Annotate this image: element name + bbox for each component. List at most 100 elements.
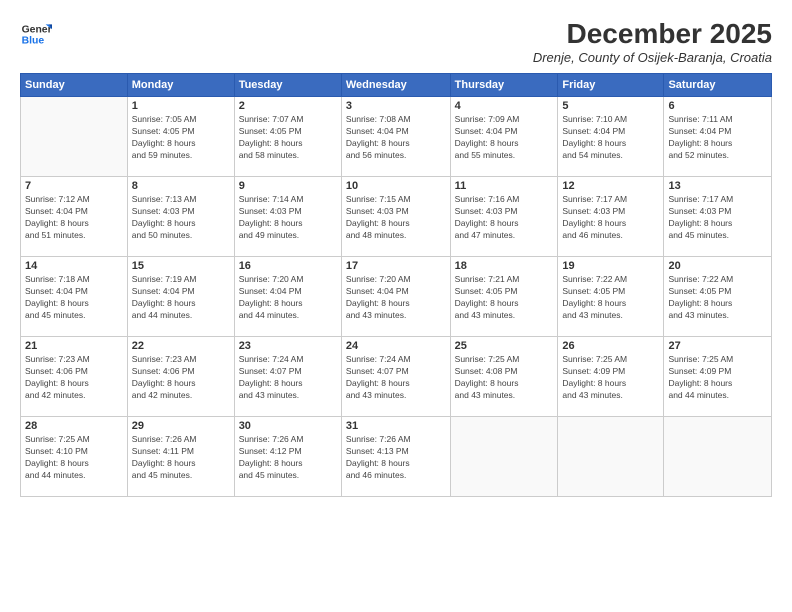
day-info: Sunrise: 7:11 AMSunset: 4:04 PMDaylight:… xyxy=(668,114,767,162)
calendar: Sunday Monday Tuesday Wednesday Thursday… xyxy=(20,73,772,497)
day-info-line: and 43 minutes. xyxy=(455,390,554,402)
table-row: 21Sunrise: 7:23 AMSunset: 4:06 PMDayligh… xyxy=(21,337,128,417)
day-info-line: Sunrise: 7:21 AM xyxy=(455,274,554,286)
day-info-line: and 43 minutes. xyxy=(346,310,446,322)
col-sunday: Sunday xyxy=(21,74,128,97)
day-info-line: Sunrise: 7:14 AM xyxy=(239,194,337,206)
table-row: 22Sunrise: 7:23 AMSunset: 4:06 PMDayligh… xyxy=(127,337,234,417)
day-info-line: Sunset: 4:03 PM xyxy=(346,206,446,218)
day-info-line: Sunrise: 7:24 AM xyxy=(346,354,446,366)
day-number: 12 xyxy=(562,180,659,192)
day-info-line: and 44 minutes. xyxy=(239,310,337,322)
day-info-line: Daylight: 8 hours xyxy=(668,298,767,310)
day-info-line: and 44 minutes. xyxy=(668,390,767,402)
day-number: 9 xyxy=(239,180,337,192)
day-info-line: Sunset: 4:04 PM xyxy=(562,126,659,138)
day-info-line: Sunrise: 7:18 AM xyxy=(25,274,123,286)
day-info-line: Daylight: 8 hours xyxy=(239,138,337,150)
calendar-week-row: 1Sunrise: 7:05 AMSunset: 4:05 PMDaylight… xyxy=(21,97,772,177)
day-number: 18 xyxy=(455,260,554,272)
col-wednesday: Wednesday xyxy=(341,74,450,97)
day-info: Sunrise: 7:09 AMSunset: 4:04 PMDaylight:… xyxy=(455,114,554,162)
day-info-line: and 46 minutes. xyxy=(562,230,659,242)
calendar-week-row: 28 Sunrise: 7:25 AMSunset: 4:10 PMDayligh… xyxy=(21,417,772,497)
day-info-line: Sunrise: 7:20 AM xyxy=(346,274,446,286)
day-number: 20 xyxy=(668,260,767,272)
day-info-line: Sunrise: 7:25 AM xyxy=(25,434,123,446)
logo: General Blue xyxy=(20,18,52,50)
day-number: 17 xyxy=(346,260,446,272)
day-info: Sunrise: 7:26 AMSunset: 4:13 PMDaylight:… xyxy=(346,434,446,482)
day-info-line: and 44 minutes. xyxy=(25,470,123,482)
table-row: 17 Sunrise: 7:20 AMSunset: 4:04 PMDayligh… xyxy=(341,257,450,337)
day-number: 28 xyxy=(25,420,123,432)
day-number: 31 xyxy=(346,420,446,432)
day-info-line: Daylight: 8 hours xyxy=(562,298,659,310)
day-info-line: and 50 minutes. xyxy=(132,230,230,242)
day-info-line: Sunset: 4:04 PM xyxy=(668,126,767,138)
day-info-line: and 52 minutes. xyxy=(668,150,767,162)
day-info-line: Daylight: 8 hours xyxy=(25,378,123,390)
day-number: 19 xyxy=(562,260,659,272)
day-info-line: Sunrise: 7:22 AM xyxy=(668,274,767,286)
day-info-line: Daylight: 8 hours xyxy=(132,298,230,310)
col-saturday: Saturday xyxy=(664,74,772,97)
day-info: Sunrise: 7:23 AMSunset: 4:06 PMDaylight:… xyxy=(132,354,230,402)
day-info-line: Sunrise: 7:25 AM xyxy=(668,354,767,366)
table-row: 19 Sunrise: 7:22 AMSunset: 4:05 PMDayligh… xyxy=(558,257,664,337)
day-info-line: Sunset: 4:07 PM xyxy=(346,366,446,378)
day-info: Sunrise: 7:15 AMSunset: 4:03 PMDaylight:… xyxy=(346,194,446,242)
table-row: 10 Sunrise: 7:15 AMSunset: 4:03 PMDayligh… xyxy=(341,177,450,257)
day-info: Sunrise: 7:21 AMSunset: 4:05 PMDaylight:… xyxy=(455,274,554,322)
day-info-line: Daylight: 8 hours xyxy=(346,298,446,310)
day-info-line: Sunset: 4:05 PM xyxy=(239,126,337,138)
day-number: 16 xyxy=(239,260,337,272)
day-info-line: Sunrise: 7:24 AM xyxy=(239,354,337,366)
page: General Blue December 2025 Drenje, Count… xyxy=(0,0,792,612)
day-info-line: and 45 minutes. xyxy=(239,470,337,482)
day-info: Sunrise: 7:25 AMSunset: 4:10 PMDaylight:… xyxy=(25,434,123,482)
day-info-line: and 43 minutes. xyxy=(346,390,446,402)
day-info-line: Daylight: 8 hours xyxy=(239,378,337,390)
day-info: Sunrise: 7:20 AMSunset: 4:04 PMDaylight:… xyxy=(346,274,446,322)
day-info-line: Sunrise: 7:20 AM xyxy=(239,274,337,286)
day-info: Sunrise: 7:25 AMSunset: 4:09 PMDaylight:… xyxy=(668,354,767,402)
day-info-line: and 43 minutes. xyxy=(562,310,659,322)
day-info-line: Sunrise: 7:22 AM xyxy=(562,274,659,286)
day-number: 6 xyxy=(668,100,767,112)
day-info-line: Sunset: 4:05 PM xyxy=(132,126,230,138)
day-info-line: and 59 minutes. xyxy=(132,150,230,162)
day-info-line: Daylight: 8 hours xyxy=(239,298,337,310)
table-row: 18 Sunrise: 7:21 AMSunset: 4:05 PMDayligh… xyxy=(450,257,558,337)
day-info-line: Sunset: 4:10 PM xyxy=(25,446,123,458)
day-info-line: and 51 minutes. xyxy=(25,230,123,242)
table-row: 30 Sunrise: 7:26 AMSunset: 4:12 PMDayligh… xyxy=(234,417,341,497)
day-info-line: and 43 minutes. xyxy=(455,310,554,322)
day-number: 10 xyxy=(346,180,446,192)
day-number: 5 xyxy=(562,100,659,112)
day-info-line: and 56 minutes. xyxy=(346,150,446,162)
day-info-line: Sunset: 4:06 PM xyxy=(132,366,230,378)
day-info: Sunrise: 7:20 AMSunset: 4:04 PMDaylight:… xyxy=(239,274,337,322)
day-info-line: Daylight: 8 hours xyxy=(668,138,767,150)
day-info: Sunrise: 7:24 AMSunset: 4:07 PMDaylight:… xyxy=(239,354,337,402)
day-info-line: Sunset: 4:03 PM xyxy=(562,206,659,218)
day-info-line: Sunset: 4:05 PM xyxy=(455,286,554,298)
day-info-line: Sunset: 4:04 PM xyxy=(455,126,554,138)
table-row: 28 Sunrise: 7:25 AMSunset: 4:10 PMDayligh… xyxy=(21,417,128,497)
day-info: Sunrise: 7:26 AMSunset: 4:12 PMDaylight:… xyxy=(239,434,337,482)
day-info-line: Sunset: 4:06 PM xyxy=(25,366,123,378)
day-info-line: Sunrise: 7:26 AM xyxy=(239,434,337,446)
day-number: 30 xyxy=(239,420,337,432)
day-info: Sunrise: 7:12 AMSunset: 4:04 PMDaylight:… xyxy=(25,194,123,242)
day-info-line: Sunset: 4:04 PM xyxy=(346,126,446,138)
header: General Blue December 2025 Drenje, Count… xyxy=(20,18,772,65)
table-row: 25Sunrise: 7:25 AMSunset: 4:08 PMDayligh… xyxy=(450,337,558,417)
day-info-line: Daylight: 8 hours xyxy=(455,218,554,230)
day-info-line: Sunset: 4:05 PM xyxy=(562,286,659,298)
day-info: Sunrise: 7:22 AMSunset: 4:05 PMDaylight:… xyxy=(562,274,659,322)
day-info-line: Sunrise: 7:23 AM xyxy=(132,354,230,366)
day-info: Sunrise: 7:23 AMSunset: 4:06 PMDaylight:… xyxy=(25,354,123,402)
day-info: Sunrise: 7:10 AMSunset: 4:04 PMDaylight:… xyxy=(562,114,659,162)
day-info-line: Sunset: 4:04 PM xyxy=(346,286,446,298)
